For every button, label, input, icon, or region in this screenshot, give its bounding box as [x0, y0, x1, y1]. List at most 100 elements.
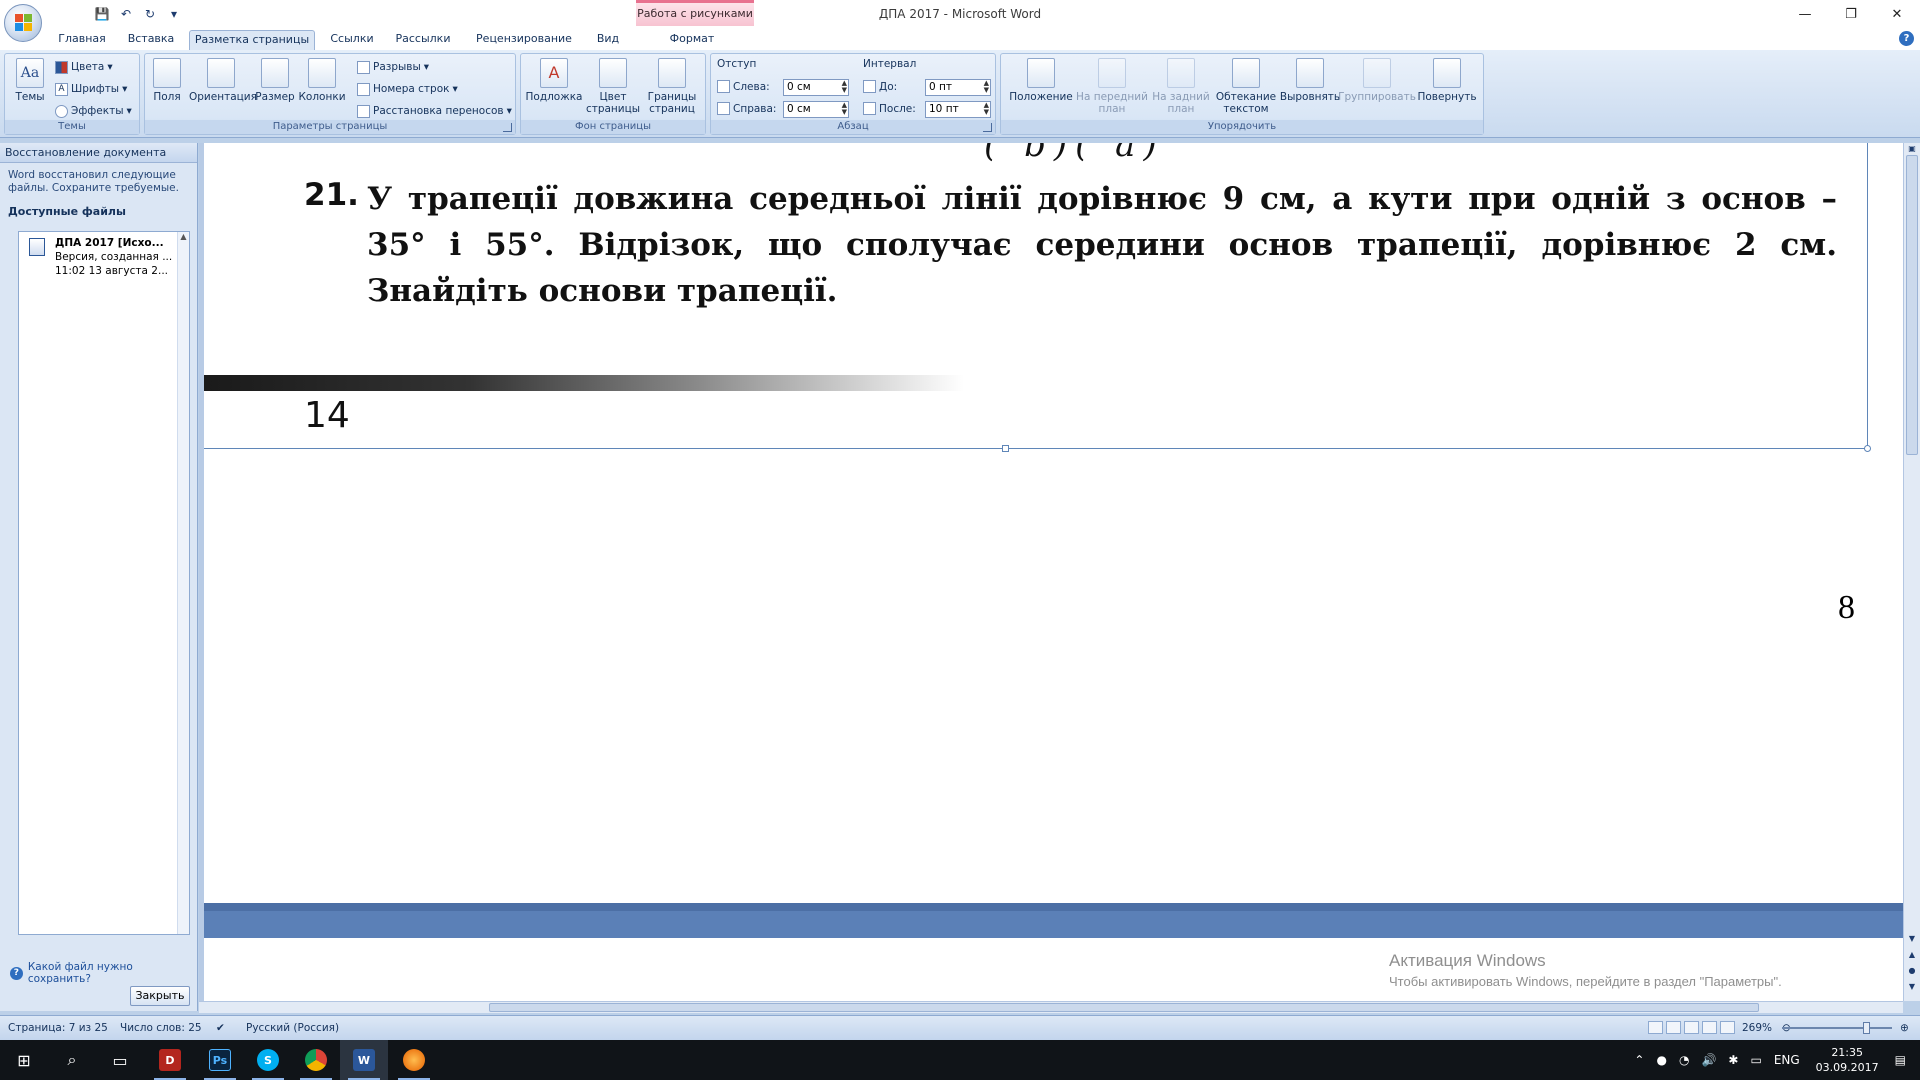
page-color-button[interactable]: Цвет страницы — [585, 58, 641, 115]
restore-button[interactable]: ❐ — [1828, 0, 1874, 28]
select-browse-object-icon[interactable]: ● — [1906, 965, 1918, 977]
proofing-icon[interactable]: ✔ — [216, 1022, 225, 1034]
page-setup-launcher-icon[interactable] — [503, 123, 512, 132]
wrap-text-button[interactable]: Обтекание текстом — [1211, 58, 1281, 115]
vertical-scroll-thumb[interactable] — [1906, 155, 1918, 455]
size-button[interactable]: Размер — [253, 58, 297, 103]
tab-references[interactable]: Ссылки — [322, 30, 382, 50]
spin-arrows-icon[interactable]: ▲ ▼ — [842, 102, 847, 116]
file-list-scrollbar[interactable]: ▲ — [177, 232, 189, 934]
spin-arrows-icon[interactable]: ▲ ▼ — [984, 102, 989, 116]
spin-arrows-icon[interactable]: ▲ ▼ — [842, 80, 847, 94]
next-page-icon[interactable]: ▼ — [1906, 981, 1918, 993]
indent-left-input[interactable]: 0 см ▲ ▼ — [783, 79, 849, 96]
outline-icon[interactable] — [1702, 1021, 1717, 1034]
paragraph-launcher-icon[interactable] — [983, 123, 992, 132]
selected-picture[interactable]: ( b)( a) 21. У трапеції довжина середньо… — [204, 143, 1871, 452]
tab-mailings[interactable]: Рассылки — [390, 30, 456, 50]
fonts-button[interactable]: A Шрифты ▾ — [55, 80, 127, 98]
start-windows-icon[interactable]: ⊞ — [0, 1040, 48, 1080]
line-numbers-button[interactable]: Номера строк ▾ — [357, 80, 458, 98]
ruler-toggle-icon[interactable]: ▣ — [1906, 143, 1918, 155]
notification-app-icon[interactable]: ✱ — [1722, 1053, 1744, 1067]
themes-button[interactable]: Aa Темы — [7, 58, 53, 103]
language-status[interactable]: Русский (Россия) — [246, 1022, 339, 1034]
margins-button[interactable]: Поля — [145, 58, 189, 103]
web-layout-icon[interactable] — [1684, 1021, 1699, 1034]
photoshop-app-icon[interactable]: Ps — [196, 1040, 244, 1080]
resize-handle-bottom-right[interactable] — [1864, 445, 1871, 452]
minimize-button[interactable]: — — [1782, 0, 1828, 28]
page-background-group-label: Фон страницы — [521, 120, 705, 134]
tab-review[interactable]: Рецензирование — [470, 30, 578, 50]
page-count-status[interactable]: Страница: 7 из 25 — [8, 1022, 108, 1034]
network-app-icon[interactable]: ● — [1650, 1053, 1672, 1067]
spacing-before-input[interactable]: 0 пт ▲ ▼ — [925, 79, 991, 96]
clock[interactable]: 21:35 03.09.2017 — [1806, 1045, 1889, 1075]
document-page[interactable]: ( b)( a) 21. У трапеції довжина середньо… — [204, 143, 1903, 903]
task-view-icon[interactable]: ▭ — [96, 1040, 144, 1080]
dota-app-icon[interactable]: D — [146, 1040, 194, 1080]
draft-icon[interactable] — [1720, 1021, 1735, 1034]
tray-overflow-icon[interactable]: ⌃ — [1628, 1053, 1650, 1067]
page-borders-button[interactable]: Границы страниц — [643, 58, 701, 115]
colors-button[interactable]: Цвета ▾ — [55, 58, 113, 76]
print-layout-icon[interactable] — [1648, 1021, 1663, 1034]
tab-view[interactable]: Вид — [588, 30, 628, 50]
tab-insert[interactable]: Вставка — [120, 30, 182, 50]
spacing-after-input[interactable]: 10 пт ▲ ▼ — [925, 101, 991, 118]
action-center-icon[interactable]: ▤ — [1889, 1053, 1920, 1067]
system-tray: ⌃ ● ◔ 🔊 ✱ ▭ ENG 21:35 03.09.2017 ▤ — [1628, 1040, 1920, 1080]
wifi-icon[interactable]: ◔ — [1673, 1053, 1695, 1067]
group-button[interactable]: Группировать — [1337, 58, 1417, 103]
word-app-icon[interactable]: W — [340, 1040, 388, 1080]
close-button[interactable]: ✕ — [1874, 0, 1920, 28]
full-screen-reading-icon[interactable] — [1666, 1021, 1681, 1034]
help-icon[interactable]: ? — [1899, 31, 1914, 46]
document-area[interactable]: ( b)( a) 21. У трапеції довжина середньо… — [199, 143, 1903, 1001]
watermark-button[interactable]: A Подложка — [525, 58, 583, 103]
previous-page-icon[interactable]: ▲ — [1906, 949, 1918, 961]
bring-forward-button[interactable]: На передний план — [1073, 58, 1151, 115]
save-icon[interactable]: 💾 — [92, 5, 112, 23]
undo-icon[interactable]: ↶ — [116, 5, 136, 23]
close-recovery-button[interactable]: Закрыть — [130, 986, 190, 1006]
horizontal-scrollbar[interactable] — [199, 1001, 1903, 1013]
vertical-scrollbar[interactable]: ▣ ▼ ▲ ● ▼ — [1903, 143, 1920, 1001]
which-file-help-link[interactable]: ? Какой файл нужно сохранить? — [10, 961, 197, 985]
indent-right-input[interactable]: 0 см ▲ ▼ — [783, 101, 849, 118]
effects-button[interactable]: Эффекты ▾ — [55, 102, 132, 120]
volume-icon[interactable]: 🔊 — [1695, 1053, 1722, 1067]
skype-app-icon[interactable]: S — [244, 1040, 292, 1080]
rotate-button[interactable]: Повернуть — [1413, 58, 1481, 103]
send-backward-button[interactable]: На задний план — [1147, 58, 1215, 115]
tab-home[interactable]: Главная — [52, 30, 112, 50]
recovered-file-item[interactable]: ДПА 2017 [Исхо... Версия, созданная ... … — [19, 232, 189, 282]
horizontal-scroll-thumb[interactable] — [489, 1003, 1759, 1012]
zoom-in-icon[interactable]: ⊕ — [1900, 1022, 1909, 1034]
firefox-app-icon[interactable] — [390, 1040, 438, 1080]
spin-arrows-icon[interactable]: ▲ ▼ — [984, 80, 989, 94]
chrome-app-icon[interactable] — [292, 1040, 340, 1080]
breaks-button[interactable]: Разрывы ▾ — [357, 58, 429, 76]
customize-qat-icon[interactable]: ▾ — [164, 5, 184, 23]
tab-page-layout[interactable]: Разметка страницы — [189, 30, 315, 50]
office-button[interactable] — [4, 4, 42, 42]
scroll-down-icon[interactable]: ▼ — [1906, 933, 1918, 945]
align-button[interactable]: Выровнять — [1275, 58, 1345, 103]
zoom-slider-knob[interactable] — [1863, 1022, 1870, 1034]
zoom-slider[interactable] — [1782, 1027, 1892, 1029]
position-button[interactable]: Положение — [1005, 58, 1077, 103]
word-count-status[interactable]: Число слов: 25 — [120, 1022, 202, 1034]
orientation-button[interactable]: Ориентация — [189, 58, 257, 103]
redo-icon[interactable]: ↻ — [140, 5, 160, 23]
columns-button[interactable]: Колонки — [297, 58, 347, 103]
input-language[interactable]: ENG — [1768, 1053, 1806, 1067]
zoom-level[interactable]: 269% — [1742, 1022, 1772, 1034]
tab-format[interactable]: Формат — [662, 30, 722, 50]
display-icon[interactable]: ▭ — [1744, 1053, 1767, 1067]
hyphenation-button[interactable]: Расстановка переносов ▾ — [357, 102, 512, 120]
search-icon[interactable]: ⌕ — [48, 1040, 96, 1080]
resize-handle-bottom[interactable] — [1002, 445, 1009, 452]
spacing-after-icon — [863, 102, 876, 115]
